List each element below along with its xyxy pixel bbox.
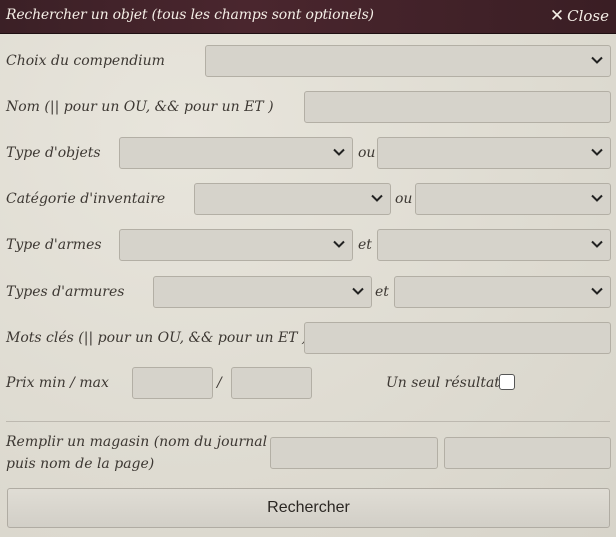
single-result-checkbox[interactable] [499,374,515,390]
chevron-down-icon [333,148,345,156]
chevron-down-icon [371,194,383,202]
inventory-category-select-2[interactable] [415,183,611,215]
dialog-title: Rechercher un objet (tous les champs son… [6,7,374,23]
weapon-type-select-2[interactable] [377,229,611,261]
page-name-input[interactable] [444,437,611,469]
keywords-label: Mots clés (|| pour un OU, && pour un ET … [6,330,308,346]
name-input[interactable] [304,91,611,123]
object-type-select-2[interactable] [377,137,611,169]
dialog-titlebar: Rechercher un objet (tous les champs son… [0,0,616,34]
armor-type-select-1[interactable] [153,276,372,308]
chevron-down-icon [591,56,603,64]
name-label: Nom (|| pour un OU, && pour un ET ) [6,99,274,115]
shop-label-line1: Remplir un magasin (nom du journal [6,434,268,450]
or-label: ou [395,191,413,207]
divider [6,421,610,422]
search-button[interactable]: Rechercher [7,488,610,528]
keywords-input[interactable] [304,322,611,354]
compendium-select[interactable] [205,45,611,77]
chevron-down-icon [352,287,364,295]
inventory-category-label: Catégorie d'inventaire [6,191,166,207]
shop-label-line2: puis nom de la page) [6,456,155,472]
price-min-input[interactable] [132,367,213,399]
or-label: ou [358,145,376,161]
object-type-label: Type d'objets [6,145,101,161]
single-result-label: Un seul résultat [386,375,500,391]
price-separator: / [217,375,222,391]
close-button[interactable]: ✕ Close [550,6,609,26]
armor-type-select-2[interactable] [394,276,611,308]
close-label: Close [567,7,609,25]
chevron-down-icon [591,287,603,295]
chevron-down-icon [591,240,603,248]
chevron-down-icon [333,240,345,248]
journal-name-input[interactable] [270,437,438,469]
weapon-type-label: Type d'armes [6,237,102,253]
and-label: et [375,284,389,300]
inventory-category-select-1[interactable] [194,183,391,215]
armor-type-label: Types d'armures [6,284,125,300]
weapon-type-select-1[interactable] [119,229,353,261]
object-type-select-1[interactable] [119,137,353,169]
chevron-down-icon [591,194,603,202]
chevron-down-icon [591,148,603,156]
price-label: Prix min / max [6,375,109,391]
and-label: et [358,237,372,253]
close-icon: ✕ [549,6,565,26]
search-form: Choix du compendium Nom (|| pour un OU, … [0,34,616,537]
compendium-label: Choix du compendium [6,53,165,69]
price-max-input[interactable] [231,367,312,399]
